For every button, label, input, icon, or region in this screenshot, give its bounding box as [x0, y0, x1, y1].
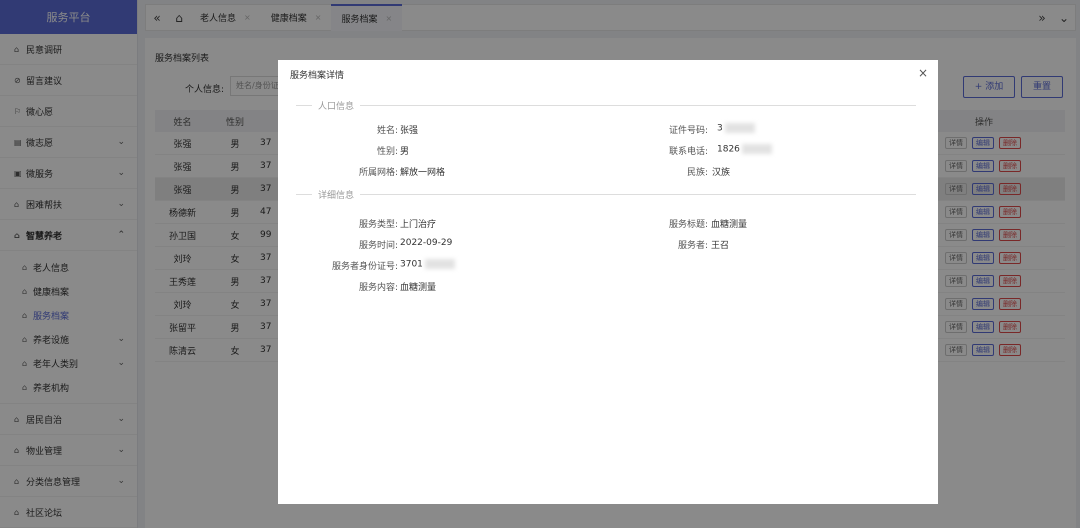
name-value: 张强 — [400, 126, 419, 136]
service-content-label: 服务内容: — [358, 283, 398, 293]
grid-label: 所属网格: — [358, 168, 398, 178]
ethnic-value: 汉族 — [712, 168, 731, 178]
phone-value: 1826 — [717, 144, 772, 155]
service-content-value: 血糖测量 — [400, 283, 437, 293]
service-time-label: 服务时间: — [358, 241, 398, 251]
section-detail: 详细信息 — [296, 188, 916, 201]
grid-value: 解放一网格 — [400, 168, 446, 178]
provider-label: 服务者: — [677, 241, 708, 251]
service-title-label: 服务标题: — [668, 220, 708, 230]
provider-value: 王召 — [711, 241, 730, 251]
redacted-mask — [741, 144, 772, 154]
close-icon[interactable]: × — [918, 66, 928, 80]
id-number-label: 证件号码: — [668, 126, 708, 136]
divider — [296, 193, 312, 195]
redacted-mask — [424, 259, 455, 269]
dialog-title: 服务档案详情 — [290, 71, 345, 81]
id-number-value: 3 — [717, 123, 755, 134]
provider-id-value: 3701 — [400, 259, 455, 270]
divider — [296, 104, 312, 106]
name-label: 姓名: — [376, 126, 398, 136]
section-population: 人口信息 — [296, 99, 916, 112]
ethnic-label: 民族: — [686, 168, 708, 178]
section-label: 人口信息 — [318, 101, 355, 112]
service-record-detail-dialog: 服务档案详情 × 人口信息 姓名: 张强 证件号码: 3 性别: 男 联系电话:… — [278, 60, 938, 504]
service-time-value: 2022-09-29 — [400, 238, 453, 248]
redacted-mask — [724, 123, 755, 133]
section-label: 详细信息 — [318, 190, 355, 201]
id-number-text: 3 — [717, 123, 723, 134]
phone-label: 联系电话: — [668, 147, 708, 157]
gender-value: 男 — [400, 147, 410, 157]
service-type-value: 上门治疗 — [400, 220, 437, 230]
divider — [360, 104, 916, 106]
service-title-value: 血糖测量 — [711, 220, 748, 230]
divider — [360, 193, 916, 195]
provider-id-text: 3701 — [400, 259, 423, 270]
gender-label: 性别: — [376, 147, 398, 157]
provider-id-label: 服务者身份证号: — [331, 262, 398, 272]
service-type-label: 服务类型: — [358, 220, 398, 230]
phone-text: 1826 — [717, 144, 740, 155]
